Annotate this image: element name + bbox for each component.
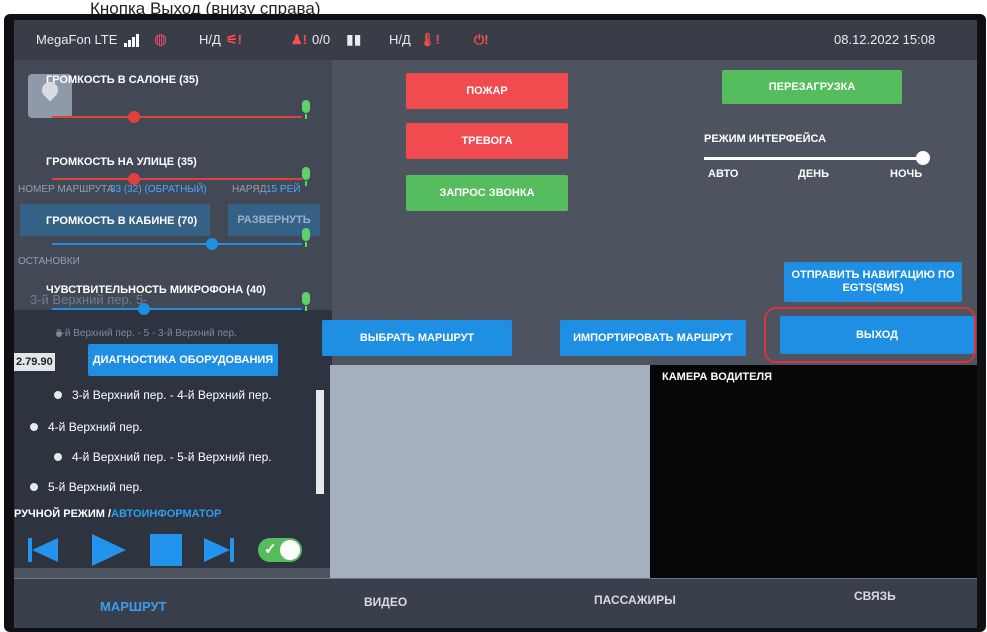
next-icon[interactable] xyxy=(204,538,230,562)
datetime: 08.12.2022 15:08 xyxy=(834,32,936,47)
power-warning-icon: ⏻! xyxy=(474,32,489,47)
street-volume-track[interactable] xyxy=(52,178,302,180)
stop-item[interactable]: 4-й Верхний пер. xyxy=(30,420,142,434)
next-bar xyxy=(230,538,234,562)
status-bar: MegaFon LTE ◍ Н/Д ⚟! ♟! 0/0 ▮▮ Н/Д 🌡! ⏻!… xyxy=(14,20,977,60)
interface-mode-auto[interactable]: АВТО xyxy=(708,168,738,180)
previous-icon[interactable] xyxy=(32,538,58,562)
video-area xyxy=(330,365,650,578)
stop-icon[interactable] xyxy=(150,534,182,566)
mic-sensitivity-track[interactable] xyxy=(52,308,302,310)
stop-item[interactable]: 5-й Верхний пер. xyxy=(30,480,142,494)
carrier-label: MegaFon LTE xyxy=(36,32,118,47)
door-icon: ▮▮ xyxy=(346,31,362,47)
driver-cabin-volume-label: ГРОМКОСТЬ В КАБИНЕ (70) xyxy=(46,215,198,227)
alarm-button[interactable]: ТРЕВОГА xyxy=(406,123,568,159)
mic-icon[interactable] xyxy=(300,167,312,187)
stop-dot xyxy=(30,483,38,491)
reboot-button[interactable]: ПЕРЕЗАГРУЗКА xyxy=(722,70,902,104)
route-number-label: НОМЕР МАРШРУТА xyxy=(18,184,114,195)
fire-button[interactable]: ПОЖАР xyxy=(406,73,568,109)
stops-label: ОСТАНОВКИ xyxy=(18,256,80,267)
driver-cabin-volume-knob[interactable] xyxy=(206,238,218,250)
interface-mode-day[interactable]: ДЕНЬ xyxy=(798,168,829,180)
mic-icon[interactable] xyxy=(300,228,312,248)
tab-passengers[interactable]: ПАССАЖИРЫ xyxy=(594,593,676,607)
stop-dot xyxy=(56,331,62,337)
signal-icon xyxy=(124,32,140,47)
driver-cabin-volume-track[interactable] xyxy=(52,243,302,245)
antenna-warning-icon: ⚟! xyxy=(226,32,242,47)
interface-mode-knob[interactable] xyxy=(916,151,930,165)
left-panel: НОМЕР МАРШРУТА 33 (32) (ОБРАТНЫЙ) НАРЯД … xyxy=(14,60,332,568)
interface-mode-night[interactable]: НОЧЬ xyxy=(890,168,922,180)
passenger-warning-icon: ♟! xyxy=(291,32,307,47)
shift-value: 15 РЕЙ xyxy=(266,184,301,195)
exit-highlight-annotation xyxy=(764,307,976,363)
mic-icon[interactable] xyxy=(300,292,312,312)
tab-communication[interactable]: СВЯЗЬ xyxy=(854,589,896,603)
diagnostics-button[interactable]: ДИАГНОСТИКА ОБОРУДОВАНИЯ xyxy=(88,344,278,376)
street-volume-knob[interactable] xyxy=(128,173,140,185)
tab-video[interactable]: ВИДЕО xyxy=(364,595,407,609)
auto-informer-label[interactable]: АВТОИНФОРМАТОР xyxy=(111,508,221,520)
stop-dot xyxy=(54,453,62,461)
driver-camera-label: КАМЕРА ВОДИТЕЛЯ xyxy=(662,371,773,383)
shift-label: НАРЯД xyxy=(232,184,267,195)
auto-informer-toggle[interactable]: ✓ xyxy=(258,538,302,562)
faded-segment: 3-й Верхний пер. - 5 - 3-й Верхний пер. xyxy=(56,328,237,339)
cabin-volume-label: ГРОМКОСТЬ В САЛОНЕ (35) xyxy=(46,74,199,86)
import-route-button[interactable]: ИМПОРТИРОВАТЬ МАРШРУТ xyxy=(560,320,746,356)
distance-value: 2.79.90 xyxy=(14,353,55,371)
mode-label: РУЧНОЙ РЕЖИМ /АВТОИНФОРМАТОР xyxy=(14,508,221,520)
stop-item[interactable]: 4-й Верхний пер. - 5-й Верхний пер. xyxy=(54,450,272,464)
street-volume-label: ГРОМКОСТЬ НА УЛИЦЕ (35) xyxy=(46,156,197,168)
globe-icon: ◍ xyxy=(154,31,168,48)
play-icon[interactable] xyxy=(92,534,126,566)
send-navigation-button[interactable]: ОТПРАВИТЬ НАВИГАЦИЮ ПО EGTS(SMS) xyxy=(784,262,962,302)
stop-item[interactable]: 3-й Верхний пер. - 4-й Верхний пер. xyxy=(54,388,272,402)
mic-icon[interactable] xyxy=(300,100,312,120)
stop-dot xyxy=(54,391,62,399)
thermometer-warning-icon: 🌡! xyxy=(419,32,440,47)
interface-mode-title: РЕЖИМ ИНТЕРФЕЙСА xyxy=(704,133,827,145)
passenger-count: 0/0 xyxy=(312,32,331,47)
tab-route[interactable]: МАРШРУТ xyxy=(100,599,166,614)
temp-status: Н/Д xyxy=(389,32,411,47)
stop-dot xyxy=(30,423,38,431)
manual-mode-label: РУЧНОЙ РЕЖИМ / xyxy=(14,508,112,520)
stops-scrollbar[interactable] xyxy=(316,390,324,494)
select-route-button[interactable]: ВЫБРАТЬ МАРШРУТ xyxy=(322,320,512,356)
interface-mode-slider[interactable] xyxy=(704,157,924,160)
faded-stop: 3-й Верхний пер. 5- xyxy=(30,292,148,307)
bottom-tab-bar: МАРШРУТ ВИДЕО ПАССАЖИРЫ СВЯЗЬ xyxy=(14,578,977,628)
cabin-volume-track[interactable] xyxy=(52,116,302,118)
cabin-volume-knob[interactable] xyxy=(128,111,140,123)
driver-camera-view: КАМЕРА ВОДИТЕЛЯ xyxy=(650,365,977,578)
call-request-button[interactable]: ЗАПРОС ЗВОНКА xyxy=(406,175,568,211)
route-number-value: 33 (32) (ОБРАТНЫЙ) xyxy=(110,184,207,195)
gps-status: Н/Д xyxy=(199,32,221,47)
